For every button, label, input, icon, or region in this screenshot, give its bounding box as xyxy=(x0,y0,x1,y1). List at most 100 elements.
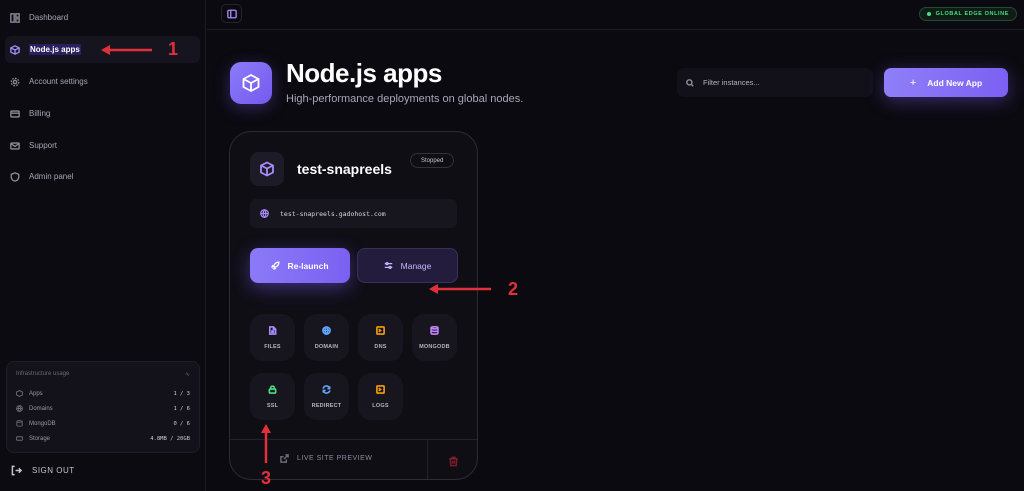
search-icon xyxy=(686,78,694,87)
tile-files[interactable]: FILES xyxy=(250,314,295,361)
add-new-app-button[interactable]: + Add New App xyxy=(884,68,1008,97)
page-icon xyxy=(230,62,272,104)
tile-domain[interactable]: DOMAIN xyxy=(304,314,349,361)
storage-icon xyxy=(16,436,23,441)
terminal-icon xyxy=(376,384,385,394)
tile-label: REDIRECT xyxy=(311,402,342,409)
refresh-icon xyxy=(322,384,331,394)
annotation-number-3: 3 xyxy=(261,468,272,488)
sidebar-item-label: Node.js apps xyxy=(29,44,81,55)
sidebar-item-label: Account settings xyxy=(29,77,88,86)
sidebar-item-label: Billing xyxy=(29,109,51,118)
relaunch-label: Re-launch xyxy=(287,260,329,271)
globe-icon xyxy=(322,325,331,335)
card-icon xyxy=(10,109,20,118)
logout-icon xyxy=(11,465,22,476)
sign-out-label: SIGN OUT xyxy=(32,466,75,475)
external-link-icon xyxy=(280,454,289,463)
usage-panel: Infrastructure usage ∿ Apps 1 / 3 Domain… xyxy=(6,361,200,453)
page-title: Node.js apps xyxy=(286,58,442,88)
cube-icon xyxy=(16,390,23,397)
usage-label: Storage xyxy=(29,435,51,442)
tile-label: DOMAIN xyxy=(314,343,339,350)
tile-mongodb[interactable]: MONGODB xyxy=(412,314,457,361)
live-site-preview-label: LIVE SITE PREVIEW xyxy=(297,455,373,462)
file-icon xyxy=(268,325,277,335)
status-text: GLOBAL EDGE ONLINE xyxy=(935,11,1009,17)
search-input[interactable] xyxy=(703,78,863,87)
status-badge: GLOBAL EDGE ONLINE xyxy=(918,7,1017,21)
sidebar: Dashboard Node.js apps Account settings … xyxy=(0,0,206,491)
sidebar-item-support[interactable]: Support xyxy=(5,132,200,159)
usage-value: 0 / 6 xyxy=(173,420,190,427)
sidebar-item-dashboard[interactable]: Dashboard xyxy=(5,4,200,31)
terminal-icon xyxy=(376,325,385,335)
usage-title: Infrastructure usage xyxy=(16,371,70,377)
add-new-app-label: Add New App xyxy=(927,77,983,88)
sliders-icon xyxy=(384,261,392,270)
tile-label: SSL xyxy=(266,402,279,409)
sidebar-item-admin-panel[interactable]: Admin panel xyxy=(5,163,200,190)
sidebar-item-label: Support xyxy=(29,141,58,150)
cube-icon xyxy=(10,44,20,55)
usage-row-storage: Storage 4.8MB / 20GB xyxy=(16,431,190,446)
cube-icon xyxy=(260,161,274,177)
status-badge: Stopped xyxy=(410,153,455,168)
database-icon xyxy=(16,420,23,427)
trash-icon xyxy=(449,456,458,466)
annotation-number-2: 2 xyxy=(508,279,519,299)
sidebar-item-account-settings[interactable]: Account settings xyxy=(5,68,200,95)
usage-value: 1 / 3 xyxy=(173,390,190,397)
manage-button[interactable]: Manage xyxy=(357,248,458,283)
live-site-preview-link[interactable]: LIVE SITE PREVIEW xyxy=(280,454,372,463)
tile-ssl[interactable]: SSL xyxy=(250,373,295,420)
shield-icon xyxy=(10,171,20,182)
globe-icon xyxy=(260,209,269,218)
sidebar-item-billing[interactable]: Billing xyxy=(5,100,200,127)
app-name: test-snapreels xyxy=(297,161,392,177)
app-card-icon xyxy=(250,152,284,186)
tile-label: DNS xyxy=(374,343,387,350)
domain-field[interactable]: test-snapreels.gadohost.com xyxy=(250,199,457,228)
usage-value: 1 / 6 xyxy=(173,405,190,412)
database-icon xyxy=(430,325,439,335)
usage-row-apps: Apps 1 / 3 xyxy=(16,386,190,401)
usage-label: Domains xyxy=(29,405,53,412)
usage-value: 4.8MB / 20GB xyxy=(150,435,190,442)
domain-text: test-snapreels.gadohost.com xyxy=(280,209,386,218)
rocket-icon xyxy=(271,261,281,270)
tile-redirect[interactable]: REDIRECT xyxy=(304,373,349,420)
tile-dns[interactable]: DNS xyxy=(358,314,403,361)
usage-label: Apps xyxy=(29,390,43,397)
cube-icon xyxy=(242,73,260,93)
annotation-arrow-2 xyxy=(429,284,491,294)
manage-label: Manage xyxy=(400,260,432,271)
usage-row-domains: Domains 1 / 6 xyxy=(16,401,190,416)
relaunch-button[interactable]: Re-launch xyxy=(250,248,350,283)
tile-label: MONGODB xyxy=(419,343,450,350)
delete-button[interactable] xyxy=(427,440,477,479)
globe-icon xyxy=(16,405,23,412)
sidebar-item-label: Dashboard xyxy=(29,13,69,22)
annotation-arrow-3 xyxy=(261,424,271,463)
annotation-number-1: 1 xyxy=(168,39,179,59)
search-box xyxy=(677,68,873,97)
top-bar: GLOBAL EDGE ONLINE xyxy=(207,0,1024,30)
usage-label: MongoDB xyxy=(29,420,56,427)
dashboard-icon xyxy=(10,12,20,23)
usage-header: Infrastructure usage ∿ xyxy=(16,371,190,378)
status-dot xyxy=(926,12,931,16)
usage-row-mongodb: MongoDB 0 / 6 xyxy=(16,416,190,431)
tile-label: LOGS xyxy=(372,402,389,409)
sign-out-button[interactable]: SIGN OUT xyxy=(11,465,75,476)
tile-logs[interactable]: LOGS xyxy=(358,373,403,420)
mail-icon xyxy=(10,141,20,150)
sidebar-toggle-button[interactable] xyxy=(221,4,242,23)
sidebar-item-label: Admin panel xyxy=(29,172,74,181)
tile-label: FILES xyxy=(264,343,281,350)
plus-icon: + xyxy=(909,76,917,89)
annotation-arrow-1 xyxy=(101,45,152,55)
page-subtitle: High-performance deployments on global n… xyxy=(286,93,524,105)
sidebar-icon xyxy=(226,9,237,18)
activity-icon: ∿ xyxy=(184,372,190,378)
